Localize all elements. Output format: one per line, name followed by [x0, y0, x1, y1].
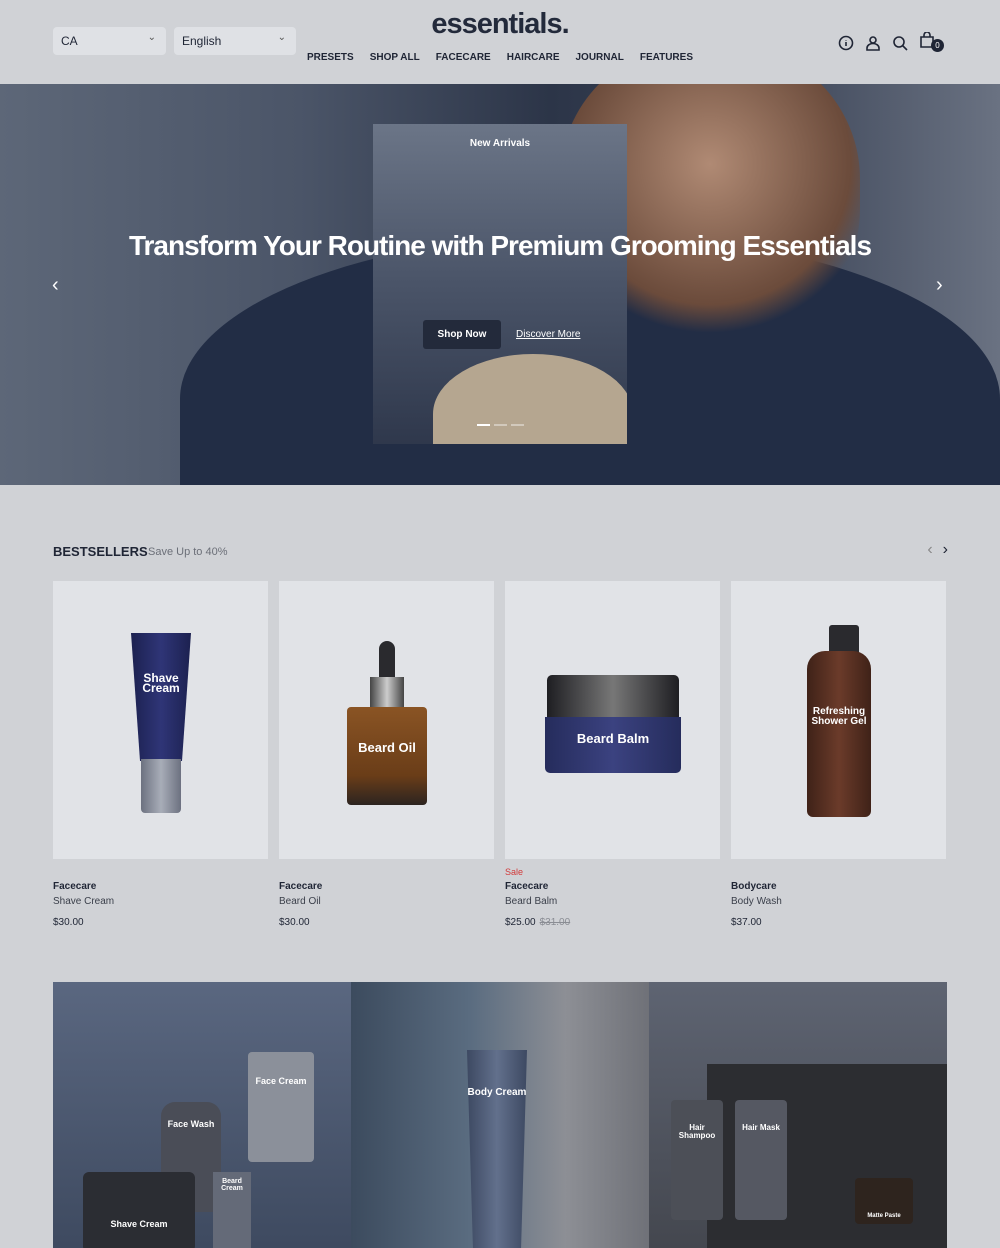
slide-indicators	[477, 424, 524, 426]
product-category: Bodycare	[731, 881, 777, 892]
hero-image-panel	[373, 124, 627, 444]
product-image[interactable]: Beard Balm	[505, 581, 720, 859]
slide-dot[interactable]	[511, 424, 524, 426]
section-subtitle: Save Up to 40%	[148, 546, 228, 558]
chevron-left-icon[interactable]: ‹	[927, 541, 932, 559]
product-name[interactable]: Body Wash	[731, 896, 782, 907]
product-category: Facecare	[279, 881, 323, 892]
product-category: Facecare	[53, 881, 97, 892]
chevron-right-icon[interactable]: ›	[943, 541, 948, 559]
chevron-left-icon[interactable]: ‹	[52, 274, 59, 297]
product-card[interactable]: Beard Oil Facecare Beard Oil $30.00	[279, 581, 494, 928]
package-label: Hair Shampoo	[678, 1123, 716, 1140]
collection-banner[interactable]: Body Cream	[351, 982, 649, 1248]
discover-more-link[interactable]: Discover More	[516, 329, 580, 340]
nav-haircare[interactable]: HAIRCARE	[507, 52, 560, 63]
product-name[interactable]: Beard Oil	[279, 896, 321, 907]
account-icon[interactable]	[865, 35, 881, 51]
collection-banner[interactable]: Face Cream Face Wash Beard Cream Shave C…	[53, 982, 351, 1248]
section-title: BESTSELLERS	[53, 544, 148, 559]
package-label: Face Cream	[255, 1076, 307, 1086]
hero-title: Transform Your Routine with Premium Groo…	[128, 230, 872, 261]
product-name[interactable]: Beard Balm	[505, 896, 557, 907]
hero-slideshow: New Arrivals Transform Your Routine with…	[0, 84, 1000, 485]
package-label: Hair Mask	[742, 1123, 780, 1132]
search-icon[interactable]	[892, 35, 908, 51]
nav-presets[interactable]: PRESETS	[307, 52, 354, 63]
product-image[interactable]: Beard Oil	[279, 581, 494, 859]
slide-dot[interactable]	[477, 424, 490, 426]
site-header: CA ⌄ English ⌄ essentials. PRESETS SHOP AL…	[0, 0, 1000, 84]
product-name[interactable]: Shave Cream	[53, 896, 114, 907]
sale-badge: Sale	[505, 867, 524, 877]
package-label: Face Wash	[167, 1119, 215, 1129]
main-nav: PRESETS SHOP ALL FACECARE HAIRCARE JOURN…	[0, 52, 1000, 63]
slide-dot[interactable]	[494, 424, 507, 426]
package-label: Beard Cream	[221, 1178, 243, 1192]
package-label: Matte Paste	[867, 1213, 901, 1219]
package-label: Body Cream	[467, 1087, 527, 1098]
product-category: Facecare	[505, 881, 549, 892]
compare-at-price: $31.00	[539, 917, 571, 928]
info-icon[interactable]	[838, 35, 854, 51]
product-card[interactable]: Shave Cream Facecare Shave Cream $30.00	[53, 581, 268, 928]
product-card[interactable]: Refreshing Shower Gel Bodycare Body Wash…	[731, 581, 946, 928]
product-price: $25.00 $31.00	[505, 917, 571, 928]
chevron-right-icon[interactable]: ›	[936, 274, 943, 297]
nav-shop-all[interactable]: SHOP ALL	[370, 52, 420, 63]
hero-eyebrow: New Arrivals	[469, 138, 531, 149]
product-price: $37.00	[731, 917, 762, 928]
cart-count-badge: 0	[931, 39, 944, 52]
nav-features[interactable]: FEATURES	[640, 52, 693, 63]
package-label: Refreshing Shower Gel	[811, 706, 867, 727]
product-image[interactable]: Refreshing Shower Gel	[731, 581, 946, 859]
nav-facecare[interactable]: FACECARE	[436, 52, 491, 63]
package-label: Beard Balm	[576, 731, 650, 746]
product-image[interactable]: Shave Cream	[53, 581, 268, 859]
collection-banner[interactable]: Hair Shampoo Hair Mask Matte Paste	[649, 982, 947, 1248]
product-price: $30.00	[53, 917, 84, 928]
package-label: Shave Cream	[142, 671, 180, 695]
cart-button[interactable]: 0	[919, 31, 944, 53]
package-label: Beard Oil	[358, 740, 416, 755]
product-price: $30.00	[279, 917, 310, 928]
package-label: Shave Cream	[110, 1219, 168, 1229]
product-card[interactable]: Beard Balm Sale Facecare Beard Balm $25.…	[505, 581, 720, 928]
nav-journal[interactable]: JOURNAL	[576, 52, 624, 63]
shop-now-button[interactable]: Shop Now	[423, 320, 501, 349]
